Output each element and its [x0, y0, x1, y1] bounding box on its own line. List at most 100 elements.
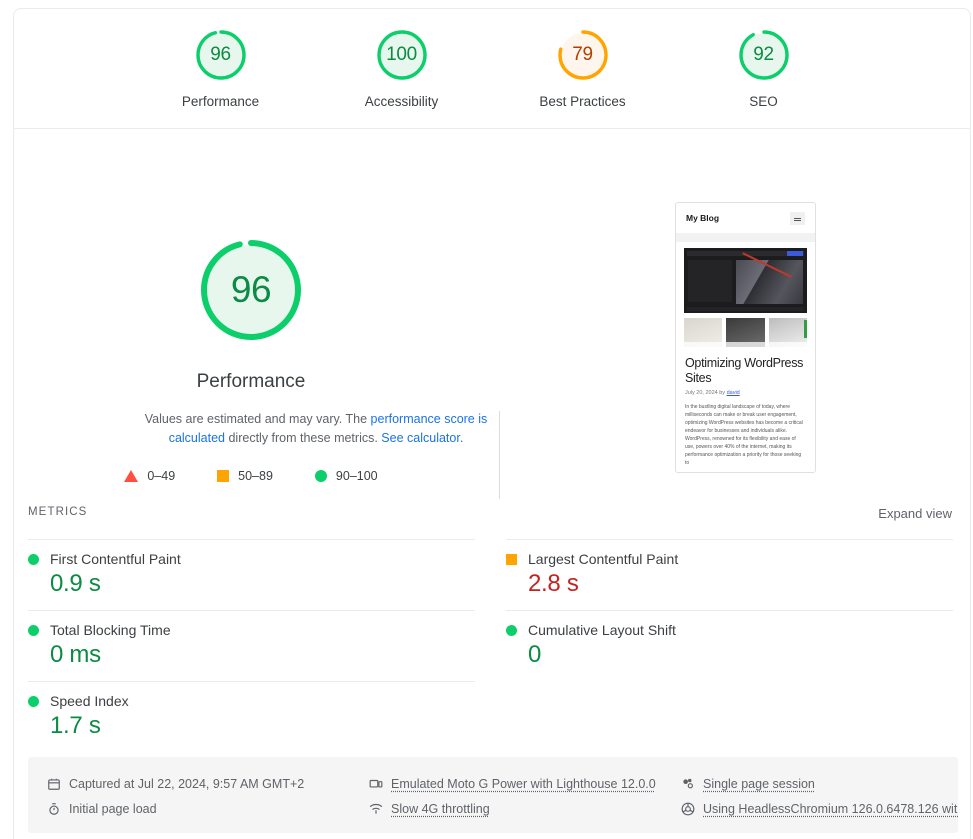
performance-summary: 96 Performance Values are estimated and …	[14, 129, 970, 499]
network-icon	[368, 801, 383, 816]
gauge-label-performance: Performance	[181, 94, 260, 109]
legend-item-pass: 90–100	[314, 469, 378, 483]
metric-value: 0	[528, 641, 542, 668]
performance-note-text-2: directly from these metrics.	[225, 431, 382, 445]
gauge-score-accessibility: 100	[386, 44, 417, 65]
environment-throttling[interactable]: Slow 4G throttling	[368, 796, 662, 821]
environment-page-load-label: Initial page load	[69, 801, 157, 816]
status-circle-icon	[28, 624, 39, 636]
metric-label: Cumulative Layout Shift	[528, 622, 676, 638]
thumbnail-card-row	[684, 318, 807, 347]
lighthouse-report-page: 96 Performance 100 Accessibility 79 Best…	[0, 0, 973, 839]
gauge-arc-seo: 92	[736, 27, 792, 83]
environment-session[interactable]: Single page session	[680, 771, 958, 796]
environment-emulation-label[interactable]: Emulated Moto G Power with Lighthouse 12…	[391, 777, 656, 791]
metric-label: Total Blocking Time	[50, 622, 171, 638]
metric-row[interactable]: Largest Contentful Paint 2.8 s	[506, 539, 953, 610]
legend-label-average: 50–89	[238, 469, 273, 483]
metric-label: Speed Index	[50, 693, 129, 709]
metric-value: 1.7 s	[50, 712, 101, 739]
thumbnail-divider-strip	[676, 233, 815, 242]
environment-column-2: Emulated Moto G Power with Lighthouse 12…	[350, 771, 662, 833]
circle-icon	[314, 470, 327, 482]
hamburger-menu-icon	[790, 211, 805, 225]
square-icon	[217, 470, 230, 482]
thumbnail-card	[768, 318, 807, 347]
thumbnail-card	[726, 318, 765, 347]
environment-column-1: Captured at Jul 22, 2024, 9:57 AM GMT+2 …	[28, 771, 350, 833]
category-gauge-seo[interactable]: 92 SEO	[704, 27, 824, 109]
environment-throttling-label[interactable]: Slow 4G throttling	[391, 802, 490, 816]
status-circle-icon	[28, 553, 39, 565]
metric-row[interactable]: Speed Index 1.7 s	[28, 681, 475, 752]
thumbnail-post-author: david	[726, 390, 740, 396]
stopwatch-icon	[46, 801, 61, 816]
environment-user-agent[interactable]: Using HeadlessChromium 126.0.6478.126 wi…	[680, 796, 958, 821]
thumbnail-post-date: July 20, 2024 by	[685, 390, 727, 396]
status-circle-icon	[28, 695, 39, 707]
thumbnail-post-title: Optimizing WordPress Sites	[685, 356, 804, 385]
metrics-heading: METRICS	[28, 506, 88, 518]
environment-captured-at: Captured at Jul 22, 2024, 9:57 AM GMT+2	[46, 771, 350, 796]
performance-gauge-title: Performance	[196, 371, 306, 392]
status-circle-icon	[506, 624, 517, 636]
gauge-score-performance: 96	[210, 44, 231, 65]
section-vertical-divider	[499, 411, 500, 499]
thumbnail-post-body: In the bustling digital landscape of tod…	[685, 404, 803, 466]
environment-page-load: Initial page load	[46, 796, 350, 821]
report-card: 96 Performance 100 Accessibility 79 Best…	[13, 8, 971, 839]
device-icon	[368, 776, 383, 791]
status-square-icon	[506, 553, 517, 565]
metric-value: 2.8 s	[528, 570, 579, 597]
category-gauge-best-practices[interactable]: 79 Best Practices	[523, 27, 643, 109]
performance-note: Values are estimated and may vary. The p…	[116, 410, 516, 448]
environment-captured-at-label: Captured at Jul 22, 2024, 9:57 AM GMT+2	[69, 776, 305, 791]
performance-gauge: 96	[194, 233, 308, 347]
gauge-score-best-practices: 79	[572, 44, 593, 65]
metric-row[interactable]: Cumulative Layout Shift 0	[506, 610, 953, 681]
gauge-score-seo: 92	[753, 44, 774, 65]
metric-label: First Contentful Paint	[50, 551, 181, 567]
gauge-label-best-practices: Best Practices	[539, 94, 626, 109]
category-gauges: 96 Performance 100 Accessibility 79 Best…	[14, 9, 970, 127]
performance-gauge-score: 96	[230, 269, 272, 310]
gauge-label-seo: SEO	[749, 94, 778, 109]
environment-user-agent-label[interactable]: Using HeadlessChromium 126.0.6478.126 wi…	[703, 802, 958, 816]
metrics-column-left: First Contentful Paint 0.9 s Total Block…	[14, 539, 492, 752]
metrics-header: METRICS Expand view	[14, 501, 970, 533]
triangle-icon	[124, 470, 139, 482]
environment-column-3: Single page session Using HeadlessChromi…	[662, 771, 958, 833]
category-gauge-accessibility[interactable]: 100 Accessibility	[342, 27, 462, 109]
thumbnail-card	[684, 318, 723, 347]
environment-session-label[interactable]: Single page session	[703, 777, 815, 791]
session-icon	[680, 776, 695, 791]
metric-row[interactable]: First Contentful Paint 0.9 s	[28, 539, 475, 610]
metric-row[interactable]: Total Blocking Time 0 ms	[28, 610, 475, 681]
performance-note-text-1: Values are estimated and may vary. The	[144, 412, 371, 426]
environment-footer: Captured at Jul 22, 2024, 9:57 AM GMT+2 …	[28, 757, 958, 833]
metric-value: 0.9 s	[50, 570, 101, 597]
metrics-column-right: Largest Contentful Paint 2.8 s Cumulativ…	[492, 539, 970, 752]
calendar-icon	[46, 776, 61, 791]
metric-label: Largest Contentful Paint	[528, 551, 679, 567]
metrics-grid: First Contentful Paint 0.9 s Total Block…	[14, 539, 970, 752]
thumbnail-brand: My Blog	[686, 213, 720, 223]
performance-gauge-block: 96 Performance Values are estimated and …	[116, 233, 487, 448]
metric-value: 0 ms	[50, 641, 101, 668]
chrome-icon	[680, 801, 695, 816]
thumbnail-hero-image	[684, 248, 807, 313]
gauge-arc-accessibility: 100	[374, 27, 430, 83]
legend-label-pass: 90–100	[335, 469, 378, 483]
gauge-arc-best-practices: 79	[555, 27, 611, 83]
gauge-arc-performance: 96	[193, 27, 249, 83]
thumbnail-post-meta: July 20, 2024 by david	[685, 390, 806, 396]
see-calculator-link[interactable]: See calculator.	[381, 431, 463, 445]
category-gauge-performance[interactable]: 96 Performance	[161, 27, 281, 109]
thumbnail-site-header: My Blog	[676, 203, 815, 233]
legend-item-fail: 0–49	[124, 469, 175, 483]
environment-emulation[interactable]: Emulated Moto G Power with Lighthouse 12…	[368, 771, 662, 796]
final-screenshot-thumbnail[interactable]: My Blog Optimizing WordPress Sites July …	[675, 202, 816, 473]
score-legend: 0–49 50–89 90–100	[116, 469, 386, 483]
legend-label-fail: 0–49	[147, 469, 176, 483]
expand-view-button[interactable]: Expand view	[878, 506, 952, 521]
